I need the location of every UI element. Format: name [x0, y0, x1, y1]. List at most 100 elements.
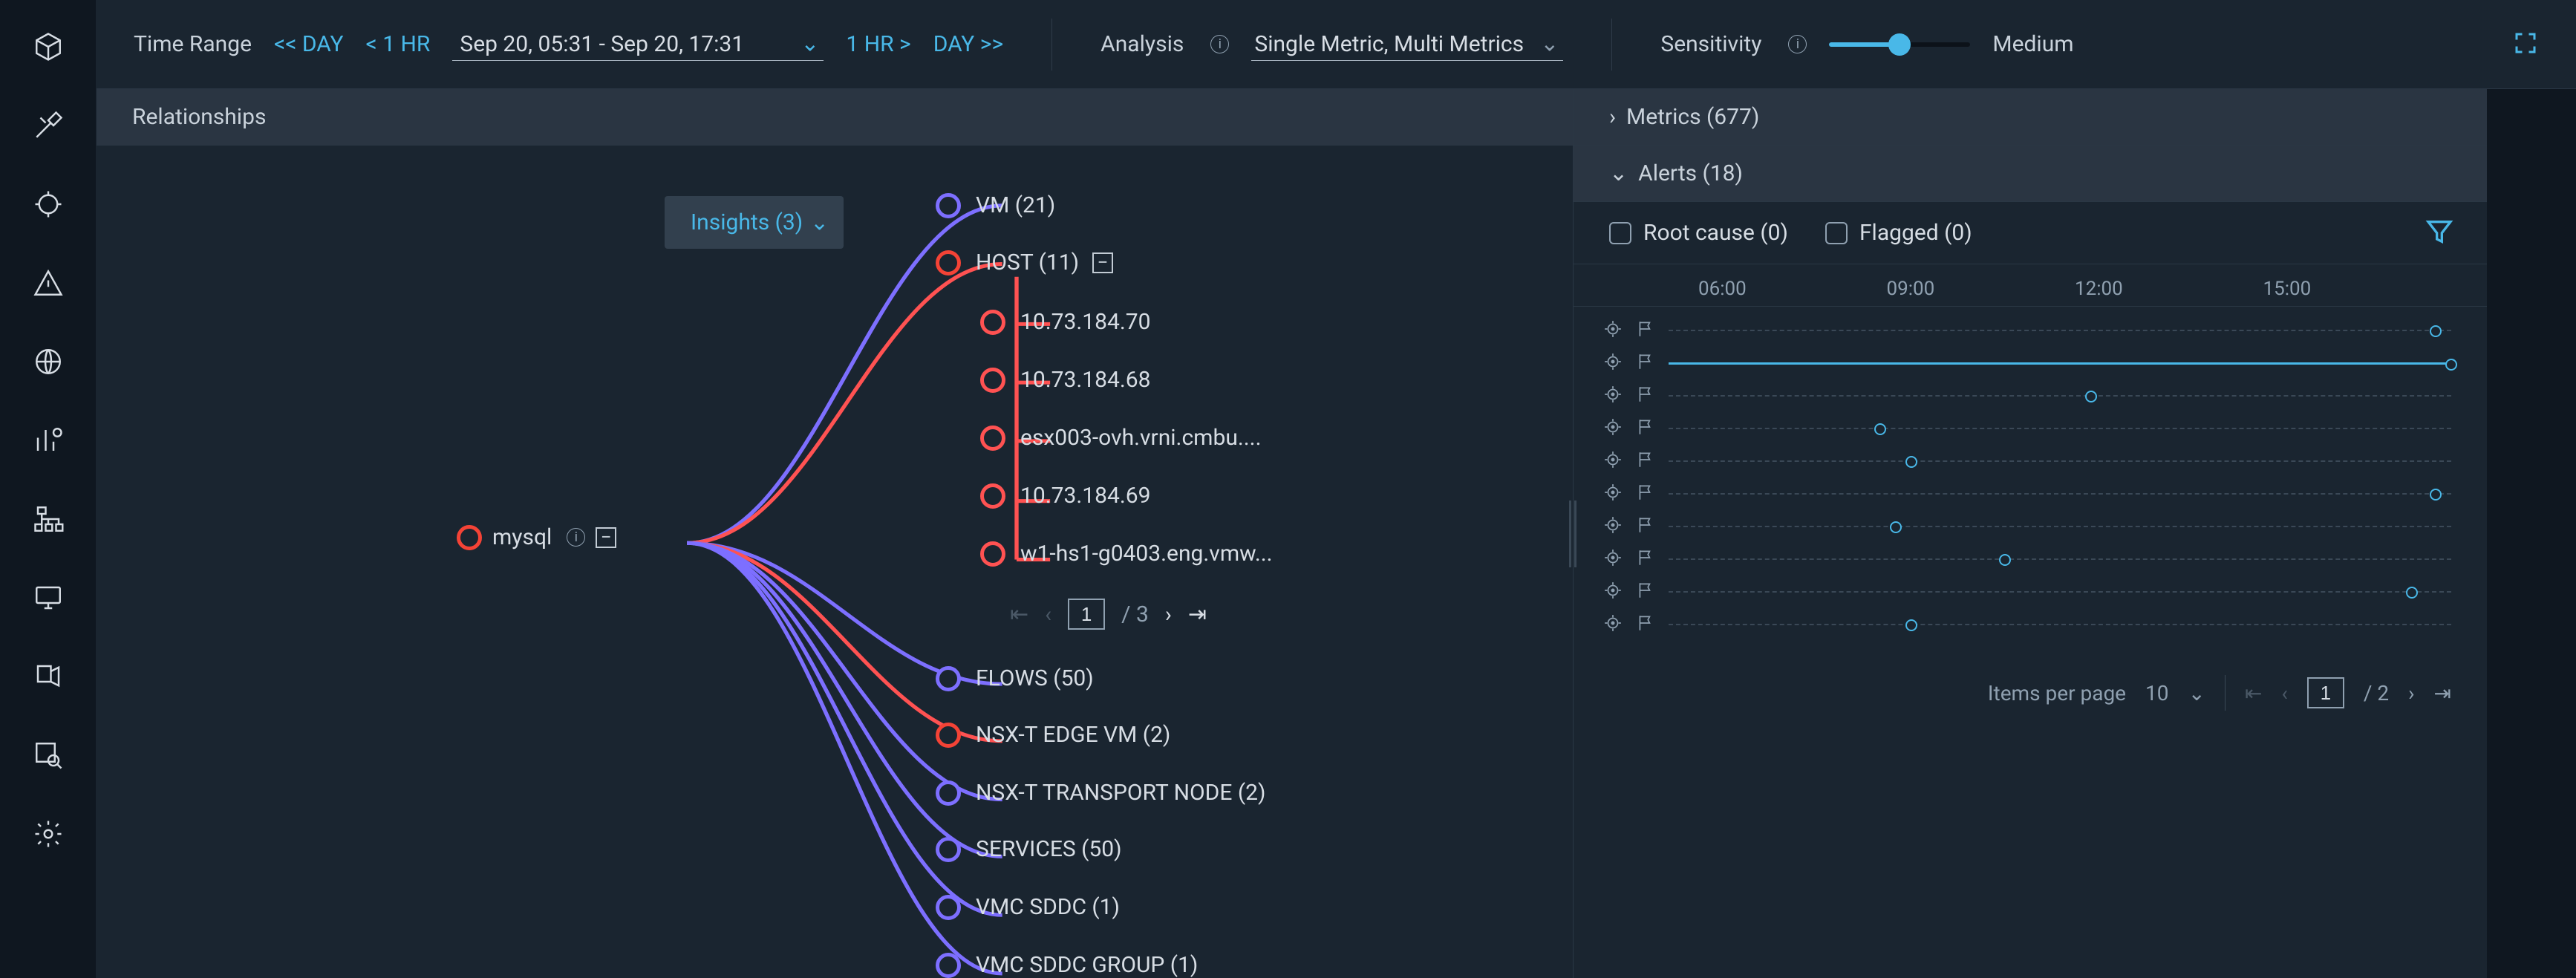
alert-point[interactable] — [2430, 489, 2442, 501]
target-icon[interactable] — [1603, 515, 1623, 538]
alert-timeline[interactable] — [1669, 624, 2451, 625]
graph-branch-node[interactable]: VMC SDDC GROUP (1) — [936, 952, 1198, 978]
alert-timeline[interactable] — [1669, 395, 2451, 397]
flag-icon[interactable] — [1636, 548, 1655, 570]
filter-icon[interactable] — [2425, 217, 2454, 250]
graph-leaf-node[interactable]: w1-hs1-g0403.eng.vmw... — [980, 541, 1273, 567]
alert-point[interactable] — [2085, 391, 2097, 402]
graph-branch-node[interactable]: FLOWS (50) — [936, 665, 1094, 691]
resize-handle[interactable] — [1569, 501, 1578, 567]
flag-icon[interactable] — [1636, 385, 1655, 407]
target-icon[interactable] — [1603, 319, 1623, 342]
graph-leaf-node[interactable]: 10.73.184.70 — [980, 309, 1150, 335]
alert-timeline[interactable] — [1669, 428, 2451, 429]
flag-icon[interactable] — [1636, 581, 1655, 603]
graph-root-node[interactable]: mysql i − — [457, 524, 616, 550]
target-icon[interactable] — [1603, 385, 1623, 407]
target-icon[interactable] — [1603, 548, 1623, 570]
alert-timeline[interactable] — [1669, 330, 2451, 331]
alerts-header[interactable]: ⌄ Alerts (18) — [1574, 146, 2487, 202]
target-icon[interactable] — [1603, 352, 1623, 374]
graph-branch-node[interactable]: VMC SDDC (1) — [936, 894, 1120, 920]
nav-analytics-icon[interactable] — [31, 423, 65, 457]
target-icon[interactable] — [1603, 450, 1623, 472]
alert-timeline[interactable] — [1669, 362, 2451, 365]
nav-hr-next[interactable]: 1 HR > — [846, 31, 910, 57]
nav-globe-icon[interactable] — [31, 345, 65, 379]
sensitivity-slider[interactable] — [1829, 42, 1970, 47]
page-last-icon[interactable]: ⇥ — [1188, 602, 1207, 627]
flag-icon[interactable] — [1636, 450, 1655, 472]
page-next-icon[interactable]: › — [2408, 681, 2414, 705]
page-first-icon[interactable]: ⇤ — [2245, 681, 2262, 705]
alert-point[interactable] — [2406, 587, 2418, 599]
alert-timeline[interactable] — [1669, 558, 2451, 560]
nav-tools-icon[interactable] — [31, 108, 65, 143]
collapse-icon[interactable]: − — [1092, 252, 1113, 273]
graph-leaf-node[interactable]: esx003-ovh.vrni.cmbu.... — [980, 425, 1262, 451]
nav-hr-prev[interactable]: < 1 HR — [366, 31, 431, 57]
metrics-header[interactable]: › Metrics (677) — [1574, 89, 2487, 146]
target-icon[interactable] — [1603, 613, 1623, 636]
alert-timeline[interactable] — [1669, 526, 2451, 527]
alert-point[interactable] — [1890, 521, 1902, 533]
flag-icon[interactable] — [1636, 515, 1655, 538]
flag-icon[interactable] — [1636, 352, 1655, 374]
relationship-graph[interactable]: Insights (3) ⌄ mysql i − VM (21) HOST (1… — [97, 146, 1573, 978]
nav-cube-icon[interactable] — [31, 30, 65, 64]
items-per-page-value[interactable]: 10 — [2145, 681, 2168, 705]
info-icon[interactable]: i — [567, 528, 585, 547]
insights-chip[interactable]: Insights (3) ⌄ — [665, 196, 844, 249]
nav-day-prev[interactable]: << DAY — [274, 31, 344, 57]
graph-branch-node[interactable]: NSX-T TRANSPORT NODE (2) — [936, 780, 1265, 806]
flag-icon[interactable] — [1636, 613, 1655, 636]
alert-point[interactable] — [1999, 554, 2011, 566]
nav-pin-icon[interactable] — [31, 659, 65, 694]
info-icon[interactable]: i — [1788, 35, 1807, 53]
page-last-icon[interactable]: ⇥ — [2434, 681, 2451, 705]
analysis-select[interactable]: Single Metric, Multi Metrics ⌄ — [1251, 28, 1563, 61]
nav-day-next[interactable]: DAY >> — [933, 31, 1003, 57]
nav-settings-icon[interactable] — [31, 817, 65, 851]
page-prev-icon[interactable]: ‹ — [2281, 681, 2287, 705]
graph-branch-node[interactable]: VM (21) — [936, 192, 1055, 218]
alert-timeline[interactable] — [1669, 493, 2451, 495]
time-range-input[interactable]: Sep 20, 05:31 - Sep 20, 17:31 ⌄ — [452, 28, 824, 61]
flag-icon[interactable] — [1636, 417, 1655, 440]
nav-monitor-icon[interactable] — [31, 581, 65, 615]
flag-icon[interactable] — [1636, 483, 1655, 505]
page-current-input[interactable] — [1068, 599, 1105, 630]
info-icon[interactable]: i — [1210, 35, 1229, 53]
chevron-down-icon[interactable]: ⌄ — [2188, 681, 2205, 705]
nav-topology-icon[interactable] — [31, 502, 65, 536]
nav-alert-icon[interactable] — [31, 266, 65, 300]
alert-timeline[interactable] — [1669, 591, 2451, 593]
alert-point[interactable] — [1874, 423, 1886, 435]
flag-icon[interactable] — [1636, 319, 1655, 342]
fullscreen-icon[interactable] — [2512, 30, 2539, 59]
flagged-checkbox[interactable]: Flagged (0) — [1825, 220, 1972, 246]
page-next-icon[interactable]: › — [1165, 602, 1172, 627]
page-prev-icon[interactable]: ‹ — [1045, 602, 1051, 627]
collapse-icon[interactable]: − — [596, 527, 616, 548]
alert-point[interactable] — [1905, 619, 1917, 631]
root-cause-checkbox[interactable]: Root cause (0) — [1609, 220, 1788, 246]
alert-timeline[interactable] — [1669, 460, 2451, 462]
page-current-input[interactable] — [2307, 677, 2344, 708]
nav-search-box-icon[interactable] — [31, 738, 65, 772]
graph-leaf-node[interactable]: 10.73.184.68 — [980, 367, 1150, 393]
target-icon[interactable] — [1603, 581, 1623, 603]
alert-list — [1574, 307, 2487, 656]
graph-branch-node[interactable]: SERVICES (50) — [936, 836, 1122, 862]
node-ring-icon — [980, 310, 1005, 335]
graph-branch-node[interactable]: NSX-T EDGE VM (2) — [936, 722, 1170, 748]
graph-branch-node[interactable]: HOST (11)− — [936, 250, 1113, 276]
alert-point[interactable] — [2430, 325, 2442, 337]
target-icon[interactable] — [1603, 483, 1623, 505]
alert-point[interactable] — [1905, 456, 1917, 468]
alert-point[interactable] — [2445, 359, 2457, 371]
nav-target-icon[interactable] — [31, 187, 65, 221]
page-first-icon[interactable]: ⇤ — [1010, 602, 1028, 627]
target-icon[interactable] — [1603, 417, 1623, 440]
graph-leaf-node[interactable]: 10.73.184.69 — [980, 483, 1150, 509]
